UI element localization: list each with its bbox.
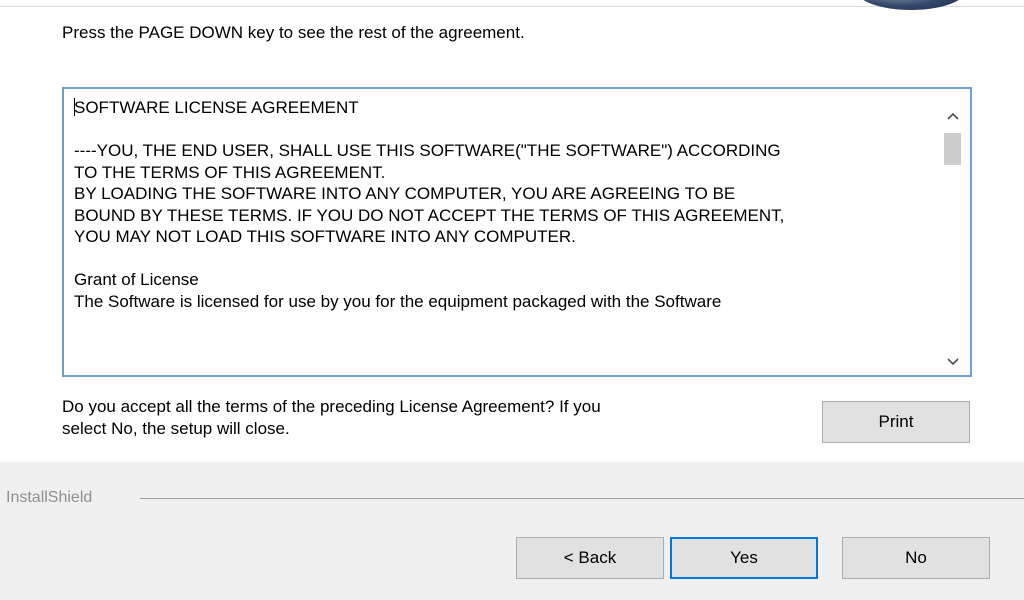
- back-button[interactable]: < Back: [516, 537, 664, 579]
- divider-line: [140, 498, 1024, 499]
- license-line: BY LOADING THE SOFTWARE INTO ANY COMPUTE…: [74, 184, 736, 203]
- accept-question-line: Do you accept all the terms of the prece…: [62, 397, 601, 416]
- license-line: Grant of License: [74, 270, 199, 289]
- yes-button[interactable]: Yes: [670, 537, 818, 579]
- chevron-up-icon[interactable]: [936, 103, 970, 129]
- license-line: ----YOU, THE END USER, SHALL USE THIS SO…: [74, 141, 781, 160]
- installshield-divider: InstallShield: [0, 488, 1024, 508]
- license-line: BOUND BY THESE TERMS. IF YOU DO NOT ACCE…: [74, 205, 785, 225]
- chevron-down-icon[interactable]: [936, 349, 970, 375]
- instruction-text: Press the PAGE DOWN key to see the rest …: [62, 23, 525, 42]
- accept-question-line: select No, the setup will close.: [62, 419, 290, 438]
- license-text-box[interactable]: SOFTWARE LICENSE AGREEMENT ----YOU, THE …: [62, 87, 972, 377]
- accept-question: Do you accept all the terms of the prece…: [62, 396, 782, 440]
- installer-dialog: Press the PAGE DOWN key to see the rest …: [0, 0, 1024, 600]
- license-line: YOU MAY NOT LOAD THIS SOFTWARE INTO ANY …: [74, 227, 576, 246]
- license-blank-line: [74, 248, 929, 270]
- installshield-label: InstallShield: [6, 488, 97, 508]
- license-line: SOFTWARE LICENSE AGREEMENT: [74, 98, 359, 117]
- no-button[interactable]: No: [842, 537, 990, 579]
- print-button[interactable]: Print: [822, 401, 970, 443]
- license-line: TO THE TERMS OF THIS AGREEMENT.: [74, 162, 386, 182]
- license-line: The Software is licensed for use by you …: [74, 291, 722, 311]
- vertical-scrollbar[interactable]: [936, 89, 970, 375]
- license-blank-line: [74, 119, 929, 141]
- license-text: SOFTWARE LICENSE AGREEMENT ----YOU, THE …: [74, 97, 929, 312]
- scrollbar-thumb[interactable]: [944, 133, 961, 165]
